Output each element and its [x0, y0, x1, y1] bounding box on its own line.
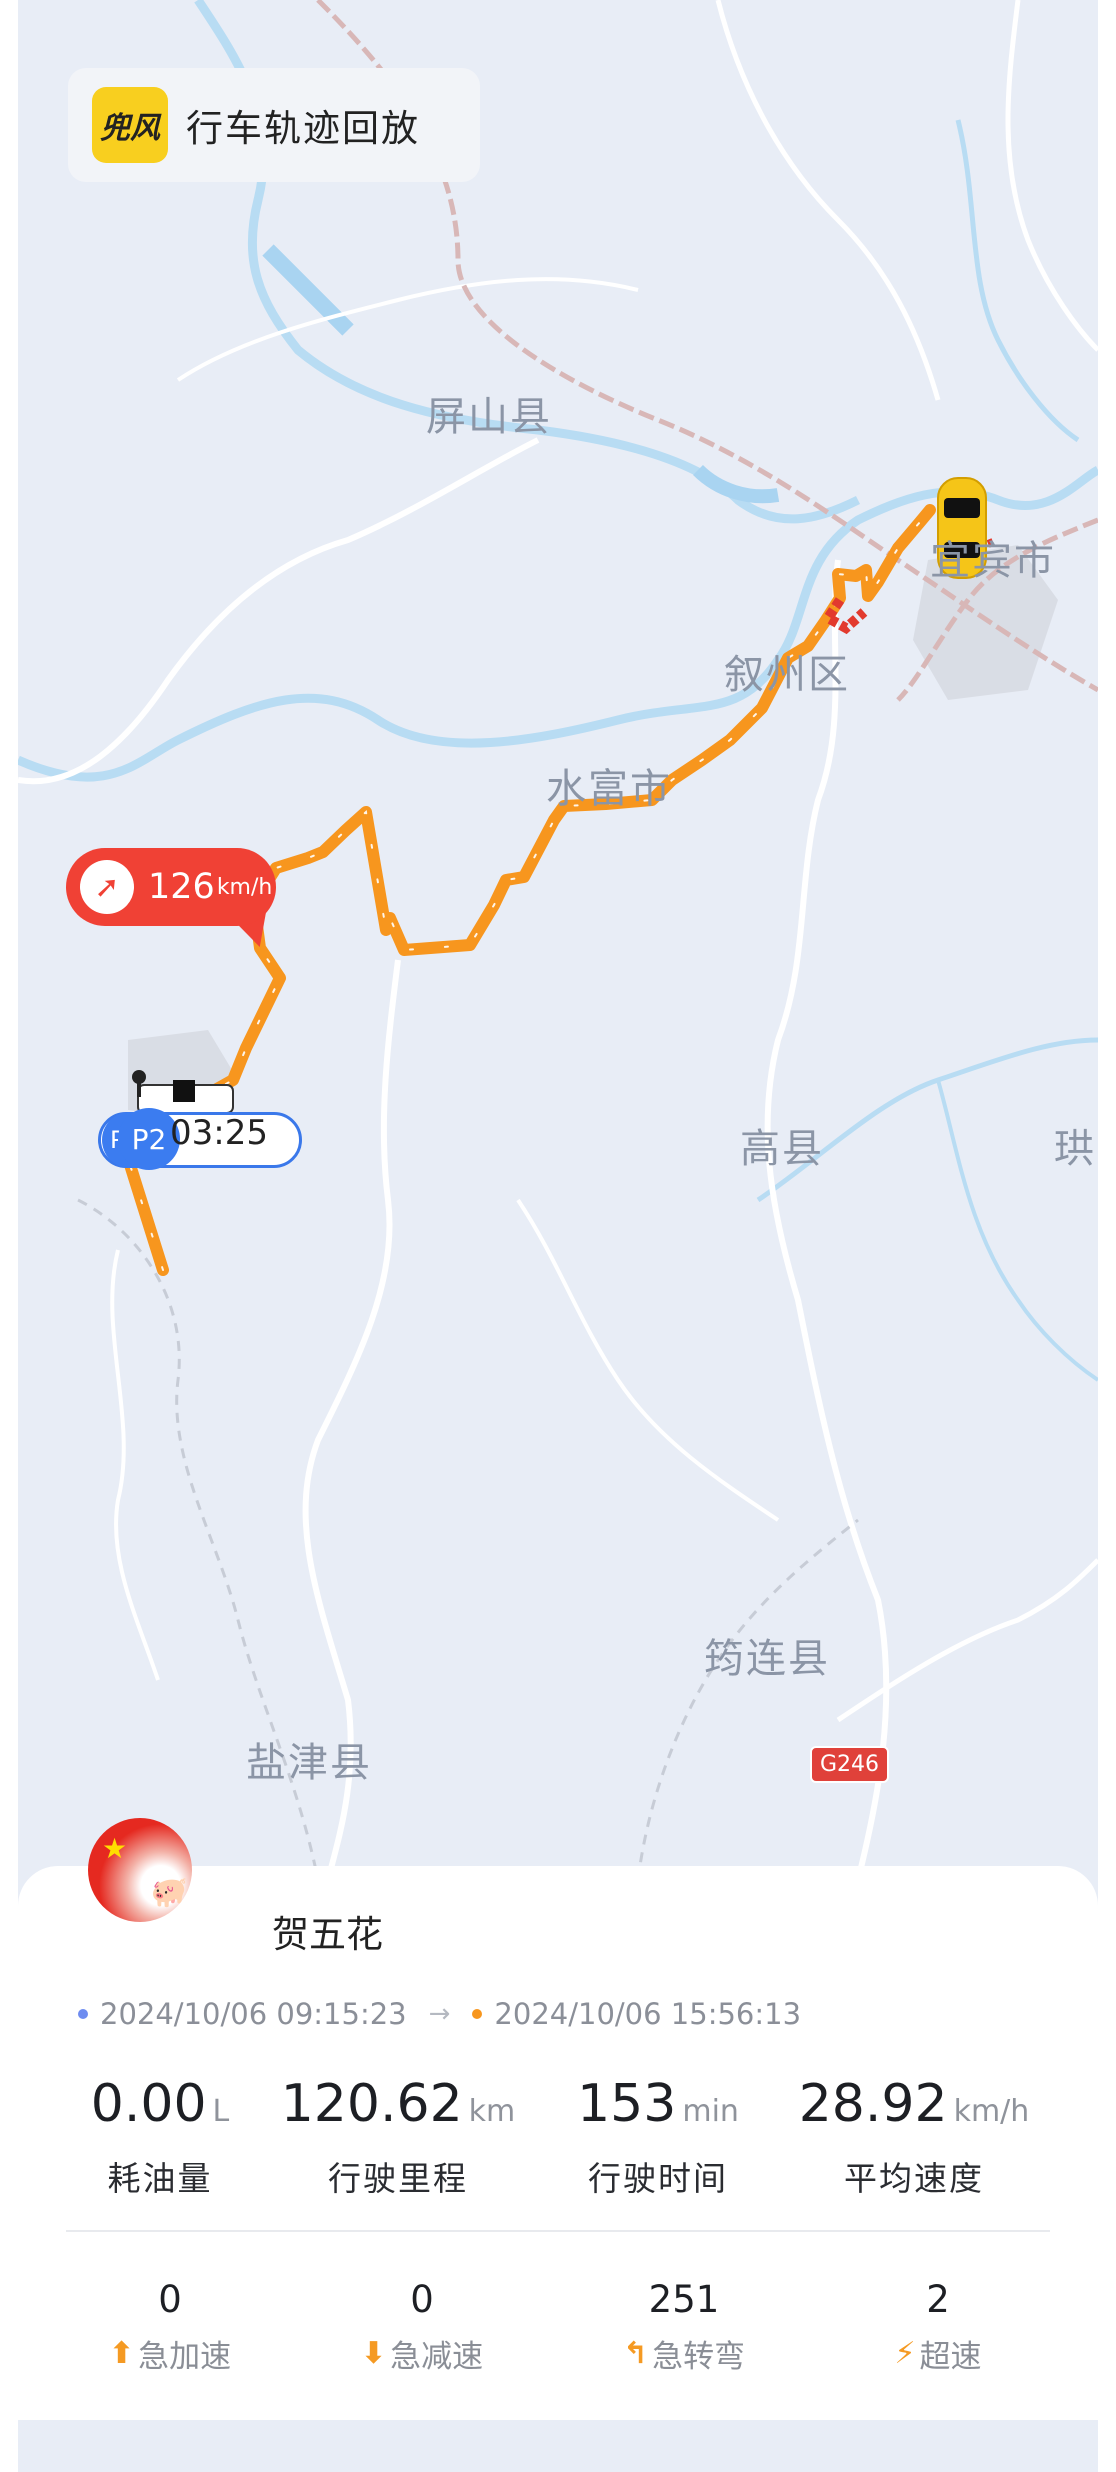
- stat-fuel-value: 0.00: [90, 2074, 207, 2134]
- turn-arrow-icon: ↰: [622, 2336, 649, 2371]
- map-view[interactable]: [18, 0, 1098, 1880]
- start-dot-icon: [78, 2009, 88, 2019]
- stat-duration: 153 min 行驶时间: [577, 2074, 739, 2200]
- arrow-up-icon: ⬆: [108, 2336, 135, 2371]
- stat-fuel: 0.00 L 耗油量: [91, 2074, 230, 2200]
- arrow-right-icon: →: [428, 1999, 451, 2029]
- event-turn: 251 ↰ 急转弯: [623, 2278, 745, 2376]
- stat-distance-label: 行驶里程: [328, 2159, 468, 2198]
- stat-distance-value: 120.62: [280, 2074, 463, 2134]
- stat-avg-speed-label: 平均速度: [844, 2159, 984, 2198]
- pig-icon: 🐖: [150, 1875, 188, 1910]
- event-accel-value: 0: [158, 2278, 182, 2321]
- rocket-icon: ➚: [80, 860, 134, 914]
- stat-fuel-unit: L: [212, 2094, 230, 2129]
- star-icon: ★: [102, 1832, 128, 1865]
- event-brake-label: 急减速: [390, 2339, 484, 2375]
- arrow-down-icon: ⬇: [360, 2336, 387, 2371]
- trip-end-time: 2024/10/06 15:56:13: [494, 1997, 802, 2031]
- header-chip: 兜风 行车轨迹回放: [68, 68, 480, 182]
- user-name: 贺五花: [272, 1913, 383, 1956]
- stat-distance: 120.62 km 行驶里程: [281, 2074, 516, 2200]
- trip-time-range: 2024/10/06 09:15:23 → 2024/10/06 15:56:1…: [78, 1997, 801, 2031]
- map-label-yibin: 宜宾市: [930, 538, 1056, 584]
- event-accel: 0 ⬆ 急加速: [109, 2278, 231, 2376]
- map-label-xuzhou: 叙州区: [724, 652, 850, 698]
- max-speed-value: 126: [148, 867, 215, 907]
- parking-duration: 03:25: [170, 1113, 268, 1153]
- stat-duration-value: 153: [577, 2074, 677, 2134]
- map-bottom-strip: [18, 2420, 1098, 2472]
- max-speed-unit: km/h: [216, 874, 273, 900]
- event-speeding: 2 ⚡ 超速: [894, 2278, 981, 2376]
- event-brake: 0 ⬇ 急减速: [361, 2278, 483, 2376]
- stat-distance-unit: km: [468, 2094, 516, 2129]
- map-label-junlian: 筠连县: [704, 1636, 830, 1682]
- page-title: 行车轨迹回放: [186, 107, 420, 150]
- map-label-yanjin: 盐津县: [246, 1740, 372, 1786]
- event-speeding-label: 超速: [919, 2339, 982, 2375]
- event-speeding-value: 2: [926, 2278, 950, 2321]
- stat-avg-speed-unit: km/h: [953, 2094, 1030, 2129]
- stat-avg-speed-value: 28.92: [798, 2074, 948, 2134]
- trip-start-time: 2024/10/06 09:15:23: [100, 1997, 407, 2031]
- divider: [66, 2230, 1050, 2232]
- map-label-shuifu: 水富市: [546, 766, 672, 812]
- end-dot-icon: [472, 2009, 483, 2019]
- map-label-gong: 珙: [1054, 1126, 1096, 1172]
- stat-duration-label: 行驶时间: [588, 2159, 728, 2198]
- max-speed-marker[interactable]: ➚ 126 km/h: [66, 848, 276, 926]
- map-label-pingshan: 屏山县: [426, 394, 552, 440]
- app-logo: 兜风: [92, 87, 168, 163]
- stat-avg-speed: 28.92 km/h 平均速度: [799, 2074, 1030, 2200]
- event-turn-value: 251: [648, 2278, 720, 2321]
- map-label-gaoxian: 高县: [740, 1126, 824, 1172]
- event-turn-label: 急转弯: [652, 2339, 746, 2375]
- event-accel-label: 急加速: [138, 2339, 232, 2375]
- stat-fuel-label: 耗油量: [107, 2159, 213, 2198]
- stat-duration-unit: min: [682, 2094, 739, 2129]
- avatar[interactable]: ★ 🐖: [88, 1818, 192, 1922]
- lightning-icon: ⚡: [894, 2336, 916, 2371]
- app-frame: 屏山县 宜宾市 叙州区 水富市 高县 珙 筠连县 盐津县 G246 兜风 行车轨…: [18, 0, 1098, 2472]
- road-shield-g246: G246: [810, 1746, 890, 1783]
- event-brake-value: 0: [410, 2278, 434, 2321]
